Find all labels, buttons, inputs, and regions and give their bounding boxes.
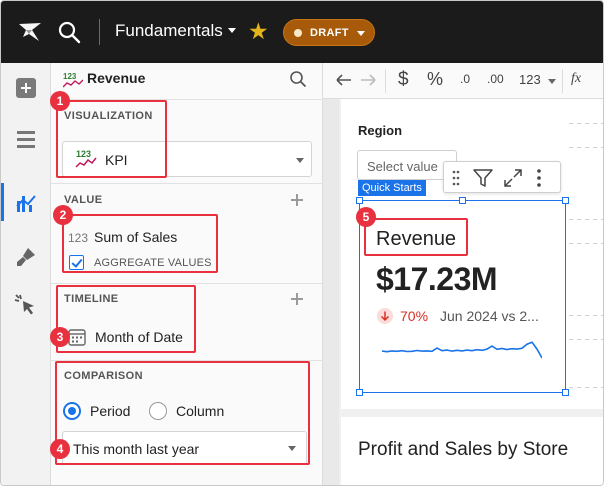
grid-guide xyxy=(569,219,603,220)
add-value-icon[interactable] xyxy=(291,194,303,206)
resize-handle[interactable] xyxy=(459,197,466,204)
resize-handle[interactable] xyxy=(356,389,363,396)
element-toolbar xyxy=(443,161,561,193)
grid-guide xyxy=(569,315,603,316)
callout-box-kpi-title xyxy=(364,218,468,256)
region-select[interactable]: Select value xyxy=(357,150,457,180)
active-indicator xyxy=(1,183,4,221)
kpi-comparison-period: Jun 2024 vs 2... xyxy=(440,308,539,324)
grid-guide xyxy=(569,243,603,244)
layers-icon[interactable] xyxy=(14,127,38,151)
kpi-sparkline xyxy=(382,341,542,359)
redo-icon[interactable] xyxy=(359,68,379,92)
workbook-title[interactable]: Fundamentals xyxy=(115,21,223,41)
grid-guide xyxy=(569,147,603,148)
app-window: Fundamentals ★ DRAFT 123 Revenue VISUALI… xyxy=(0,0,604,486)
chart-card-title: Profit and Sales by Store xyxy=(358,439,569,460)
callout-badge: 2 xyxy=(53,205,73,225)
chevron-down-icon xyxy=(296,158,304,163)
format-toolbar: $ % .0 .00 123 fx xyxy=(323,63,603,99)
callout-box-visualization xyxy=(56,100,167,178)
control-label: Region xyxy=(358,123,403,138)
kpi-icon: 123 xyxy=(63,72,83,88)
divider xyxy=(99,19,100,45)
callout-box-value xyxy=(62,214,218,273)
callout-badge: 5 xyxy=(356,207,376,227)
sigma-logo-icon[interactable] xyxy=(17,19,43,45)
left-rail xyxy=(1,63,51,485)
quick-starts-tag[interactable]: Quick Starts xyxy=(358,180,426,196)
percent-icon[interactable]: % xyxy=(427,69,443,93)
arrow-down-icon xyxy=(377,308,393,324)
kpi-change: 70% xyxy=(400,308,429,324)
cursor-click-icon[interactable] xyxy=(14,293,38,317)
callout-box-comparison xyxy=(55,361,310,465)
workbook-canvas: Region Select value Quick Starts Revenue… xyxy=(323,99,603,485)
number-format-label[interactable]: 123 xyxy=(519,72,541,96)
decrease-decimals-icon[interactable]: .0 xyxy=(460,72,470,96)
chart-properties-icon[interactable] xyxy=(14,191,38,215)
expand-icon[interactable] xyxy=(502,167,524,189)
filter-icon[interactable] xyxy=(472,167,494,189)
formula-icon[interactable]: fx xyxy=(571,71,581,95)
grid-guide xyxy=(569,387,603,388)
callout-box-timeline xyxy=(56,285,196,353)
paint-brush-icon[interactable] xyxy=(14,245,38,269)
canvas-gutter xyxy=(323,99,339,485)
chevron-down-icon[interactable] xyxy=(228,28,236,33)
more-options-icon[interactable] xyxy=(536,168,542,188)
sparkline-series xyxy=(382,341,542,359)
panel-title: Revenue xyxy=(87,70,146,86)
star-icon[interactable]: ★ xyxy=(248,19,269,43)
grid-guide xyxy=(569,339,603,340)
divider xyxy=(385,69,386,93)
drag-handle-icon[interactable] xyxy=(452,170,460,186)
grid-guide xyxy=(569,123,603,124)
resize-handle[interactable] xyxy=(356,197,363,204)
resize-handle[interactable] xyxy=(562,197,569,204)
panel-header: 123 Revenue xyxy=(51,63,323,99)
status-badge: DRAFT xyxy=(310,27,349,39)
divider xyxy=(562,69,563,93)
undo-icon[interactable] xyxy=(333,68,353,92)
search-icon[interactable] xyxy=(289,70,307,88)
svg-text:123: 123 xyxy=(63,72,77,81)
kpi-value: $17.23M xyxy=(376,261,498,297)
divider xyxy=(51,283,323,284)
callout-badge: 1 xyxy=(50,91,70,111)
search-icon[interactable] xyxy=(57,20,81,44)
increase-decimals-icon[interactable]: .00 xyxy=(487,72,504,96)
chevron-down-icon[interactable] xyxy=(548,79,556,84)
plus-icon[interactable] xyxy=(14,76,38,100)
add-timeline-icon[interactable] xyxy=(291,293,303,305)
resize-handle[interactable] xyxy=(562,389,569,396)
divider xyxy=(51,183,323,184)
status-dot-icon xyxy=(294,29,302,37)
chart-card[interactable]: Profit and Sales by Store xyxy=(341,417,603,485)
section-heading-value: VALUE xyxy=(64,194,103,206)
region-select-placeholder: Select value xyxy=(367,159,438,174)
chevron-down-icon xyxy=(357,31,365,36)
callout-badge: 4 xyxy=(50,439,70,459)
top-bar: Fundamentals ★ DRAFT xyxy=(1,1,603,63)
callout-badge: 3 xyxy=(50,327,70,347)
currency-icon[interactable]: $ xyxy=(398,69,409,93)
draft-status-button[interactable]: DRAFT xyxy=(283,19,375,46)
